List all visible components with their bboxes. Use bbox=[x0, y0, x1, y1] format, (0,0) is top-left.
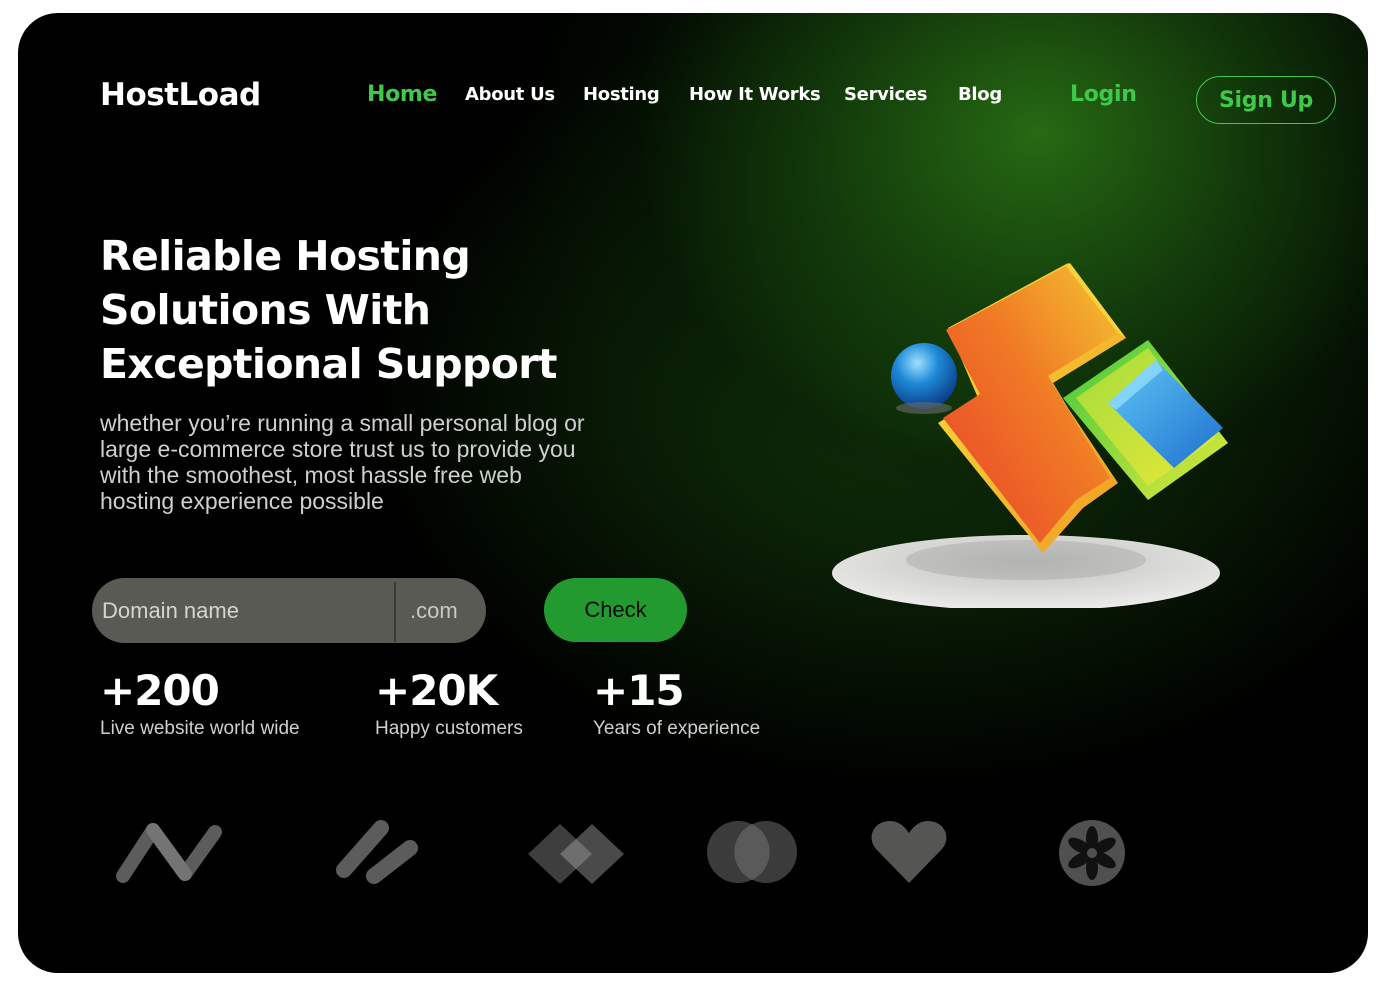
nav-item-how-it-works[interactable]: How It Works bbox=[689, 84, 821, 105]
stat-value: +200 bbox=[100, 666, 220, 715]
stat-label: Live website world wide bbox=[100, 718, 300, 739]
flower-logo-icon bbox=[1056, 817, 1128, 889]
nav-item-blog[interactable]: Blog bbox=[958, 84, 1002, 105]
domain-divider bbox=[394, 582, 396, 642]
hero-frame: HostLoad Home About Us Hosting How It Wo… bbox=[18, 13, 1368, 973]
stat-happy-customers: +20K Happy customers bbox=[375, 666, 523, 740]
check-button[interactable]: Check bbox=[544, 578, 687, 642]
stat-live-websites: +200 Live website world wide bbox=[100, 666, 300, 740]
slash-logo-icon bbox=[336, 818, 418, 884]
stat-years-experience: +15 Years of experience bbox=[593, 666, 760, 740]
stat-value: +20K bbox=[375, 666, 498, 715]
login-link[interactable]: Login bbox=[1070, 82, 1137, 107]
heart-logo-icon bbox=[870, 819, 948, 885]
hosting-3d-illustration bbox=[832, 263, 1228, 608]
brand-logo[interactable]: HostLoad bbox=[100, 77, 261, 113]
signup-button[interactable]: Sign Up bbox=[1196, 76, 1336, 124]
diamonds-logo-icon bbox=[526, 821, 626, 887]
domain-name-input[interactable] bbox=[92, 578, 392, 643]
nav-item-about-us[interactable]: About Us bbox=[465, 84, 555, 105]
stat-label: Years of experience bbox=[593, 718, 761, 739]
domain-search-box: .com bbox=[92, 578, 486, 643]
circles-logo-icon bbox=[706, 819, 798, 885]
zigzag-logo-icon bbox=[115, 818, 225, 884]
nav-item-home[interactable]: Home bbox=[367, 82, 437, 107]
domain-tld-label[interactable]: .com bbox=[410, 598, 458, 624]
nav-item-hosting[interactable]: Hosting bbox=[583, 84, 660, 105]
hero-subtitle: whether you’re running a small personal … bbox=[100, 410, 585, 514]
stat-value: +15 bbox=[593, 666, 685, 715]
hero-title: Reliable Hosting Solutions With Exceptio… bbox=[100, 232, 558, 388]
nav-item-services[interactable]: Services bbox=[844, 84, 927, 105]
stat-label: Happy customers bbox=[375, 718, 523, 739]
